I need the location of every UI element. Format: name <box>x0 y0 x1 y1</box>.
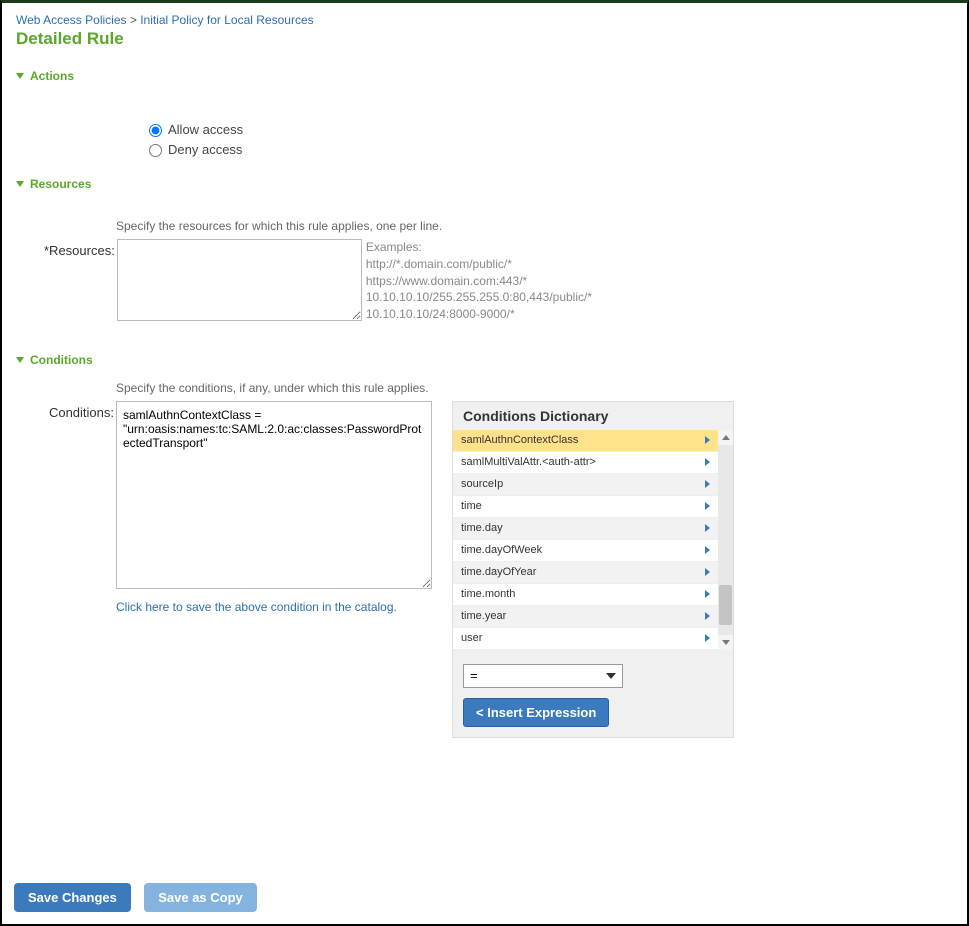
dict-item-time[interactable]: time <box>453 496 718 518</box>
radio-allow-input[interactable] <box>149 124 162 137</box>
dict-item-label: time.day <box>461 522 503 534</box>
section-title-conditions: Conditions <box>30 353 93 367</box>
resources-examples: Examples: http://*.domain.com/public/* h… <box>366 239 592 323</box>
example-2: https://www.domain.com:443/* <box>366 273 592 290</box>
resources-help: Specify the resources for which this rul… <box>116 219 953 233</box>
dict-item-samlauthncontextclass[interactable]: samlAuthnContextClass <box>453 430 718 452</box>
chevron-down-icon <box>16 73 24 79</box>
section-title-resources: Resources <box>30 177 91 191</box>
arrow-right-icon <box>705 634 710 642</box>
dictionary-scrollbar[interactable] <box>718 430 733 650</box>
scroll-down-button[interactable] <box>718 635 733 650</box>
resources-label: *Resources: <box>44 239 117 258</box>
dict-item-label: time <box>461 500 482 512</box>
arrow-right-icon <box>705 436 710 444</box>
dict-item-label: sourceIp <box>461 478 503 490</box>
triangle-down-icon <box>722 640 730 645</box>
breadcrumb-link-policy[interactable]: Initial Policy for Local Resources <box>140 13 313 27</box>
dict-item-label: samlAuthnContextClass <box>461 434 578 446</box>
dict-item-time-dayofweek[interactable]: time.dayOfWeek <box>453 540 718 562</box>
save-as-copy-button[interactable]: Save as Copy <box>144 883 257 912</box>
example-1: http://*.domain.com/public/* <box>366 256 592 273</box>
dict-item-label: time.dayOfYear <box>461 566 536 578</box>
dict-item-time-day[interactable]: time.day <box>453 518 718 540</box>
dict-item-time-year[interactable]: time.year <box>453 606 718 628</box>
save-changes-button[interactable]: Save Changes <box>14 883 131 912</box>
arrow-right-icon <box>705 524 710 532</box>
operator-select[interactable]: = <box>463 664 623 688</box>
radio-allow-access[interactable]: Allow access <box>144 121 953 137</box>
dict-item-label: user <box>461 632 482 644</box>
conditions-body: Specify the conditions, if any, under wh… <box>16 381 953 738</box>
conditions-help: Specify the conditions, if any, under wh… <box>36 381 953 395</box>
insert-expression-button[interactable]: < Insert Expression <box>463 698 609 727</box>
arrow-right-icon <box>705 612 710 620</box>
scroll-track[interactable] <box>718 445 733 635</box>
dict-item-samlmultivalattr[interactable]: samlMultiValAttr.<auth-attr> <box>453 452 718 474</box>
arrow-right-icon <box>705 590 710 598</box>
resources-textarea[interactable] <box>117 239 362 321</box>
breadcrumb-link-policies[interactable]: Web Access Policies <box>16 13 127 27</box>
resources-body: Specify the resources for which this rul… <box>16 219 953 323</box>
dict-item-label: samlMultiValAttr.<auth-attr> <box>461 456 596 468</box>
radio-deny-access[interactable]: Deny access <box>144 141 953 157</box>
chevron-down-icon <box>16 181 24 187</box>
scroll-up-button[interactable] <box>718 430 733 445</box>
conditions-textarea[interactable] <box>116 401 432 589</box>
dict-item-label: time.year <box>461 610 506 622</box>
radio-allow-label: Allow access <box>168 122 243 137</box>
dict-item-time-month[interactable]: time.month <box>453 584 718 606</box>
example-3: 10.10.10.10/255.255.255.0:80,443/public/… <box>366 289 592 306</box>
section-toggle-conditions[interactable]: Conditions <box>16 353 953 367</box>
arrow-right-icon <box>705 502 710 510</box>
actions-body: Allow access Deny access <box>16 93 953 157</box>
arrow-right-icon <box>705 458 710 466</box>
save-condition-link[interactable]: Click here to save the above condition i… <box>116 600 397 614</box>
conditions-dictionary: Conditions Dictionary samlAuthnContextCl… <box>452 401 734 738</box>
arrow-right-icon <box>705 546 710 554</box>
breadcrumb-sep: > <box>130 13 137 27</box>
breadcrumb: Web Access Policies > Initial Policy for… <box>16 13 953 27</box>
section-toggle-actions[interactable]: Actions <box>16 69 953 83</box>
dict-item-user[interactable]: user <box>453 628 718 650</box>
section-title-actions: Actions <box>30 69 74 83</box>
radio-deny-input[interactable] <box>149 144 162 157</box>
page-title: Detailed Rule <box>16 29 953 49</box>
arrow-right-icon <box>705 568 710 576</box>
example-4: 10.10.10.10/24:8000-9000/* <box>366 306 592 323</box>
footer-buttons: Save Changes Save as Copy <box>14 883 267 912</box>
examples-title: Examples: <box>366 239 592 256</box>
dict-item-label: time.month <box>461 588 515 600</box>
dict-item-label: time.dayOfWeek <box>461 544 542 556</box>
scroll-thumb[interactable] <box>719 585 732 625</box>
conditions-label: Conditions: <box>36 401 116 420</box>
dictionary-list[interactable]: samlAuthnContextClass samlMultiValAttr.<… <box>453 430 718 650</box>
arrow-right-icon <box>705 480 710 488</box>
dict-item-time-dayofyear[interactable]: time.dayOfYear <box>453 562 718 584</box>
section-toggle-resources[interactable]: Resources <box>16 177 953 191</box>
chevron-down-icon <box>16 357 24 363</box>
dictionary-title: Conditions Dictionary <box>453 402 733 430</box>
triangle-up-icon <box>722 435 730 440</box>
radio-deny-label: Deny access <box>168 142 242 157</box>
dict-item-sourceip[interactable]: sourceIp <box>453 474 718 496</box>
